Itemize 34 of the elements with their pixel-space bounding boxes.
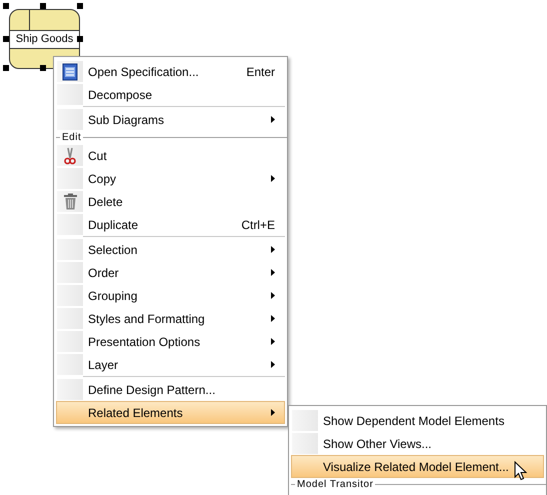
menu-item[interactable]: Selection [56, 238, 285, 261]
menu-item[interactable]: Sub Diagrams [56, 108, 285, 131]
selection-handle[interactable] [3, 65, 9, 71]
mouse-pointer-icon [514, 461, 527, 481]
trash-icon [62, 193, 78, 210]
selection-handle[interactable] [40, 65, 46, 71]
section-label: Model Transitor [296, 480, 374, 490]
selection-handle[interactable] [77, 36, 83, 42]
menu-item[interactable]: Duplicate Ctrl+E [56, 213, 285, 236]
menu-item[interactable]: Presentation Options [56, 330, 285, 353]
selection-handle[interactable] [3, 36, 9, 42]
menu-item[interactable]: Copy [56, 167, 285, 190]
menu-item[interactable]: Layer [56, 353, 285, 376]
menu-item[interactable]: Delete [56, 190, 285, 213]
menu-item[interactable]: Visualize Related Model Element... [291, 455, 544, 478]
process-shape[interactable]: Ship Goods [9, 9, 80, 69]
selection-handle[interactable] [77, 3, 83, 9]
menu-item[interactable]: Decompose [56, 83, 285, 106]
shortcut-label: Enter [246, 64, 275, 80]
selection-handle[interactable] [3, 3, 9, 9]
menu-item[interactable]: Order [56, 261, 285, 284]
scissors-icon [64, 146, 76, 164]
menu-item[interactable]: Show Dependent Model Elements [291, 409, 544, 432]
menu-item[interactable]: Grouping [56, 284, 285, 307]
menu-item[interactable]: Cut [56, 144, 285, 167]
menu-item[interactable]: Show Other Views... [291, 432, 544, 455]
section-label: Edit [61, 132, 82, 142]
selection-handle[interactable] [40, 3, 46, 9]
shape-label: Ship Goods [16, 32, 74, 48]
menu-item[interactable]: Define Design Pattern... [56, 378, 285, 401]
menu-item[interactable]: Related Elements [56, 401, 285, 424]
shortcut-label: Ctrl+E [241, 216, 275, 234]
menu-item[interactable]: Styles and Formatting [56, 307, 285, 330]
document-icon [62, 62, 78, 80]
